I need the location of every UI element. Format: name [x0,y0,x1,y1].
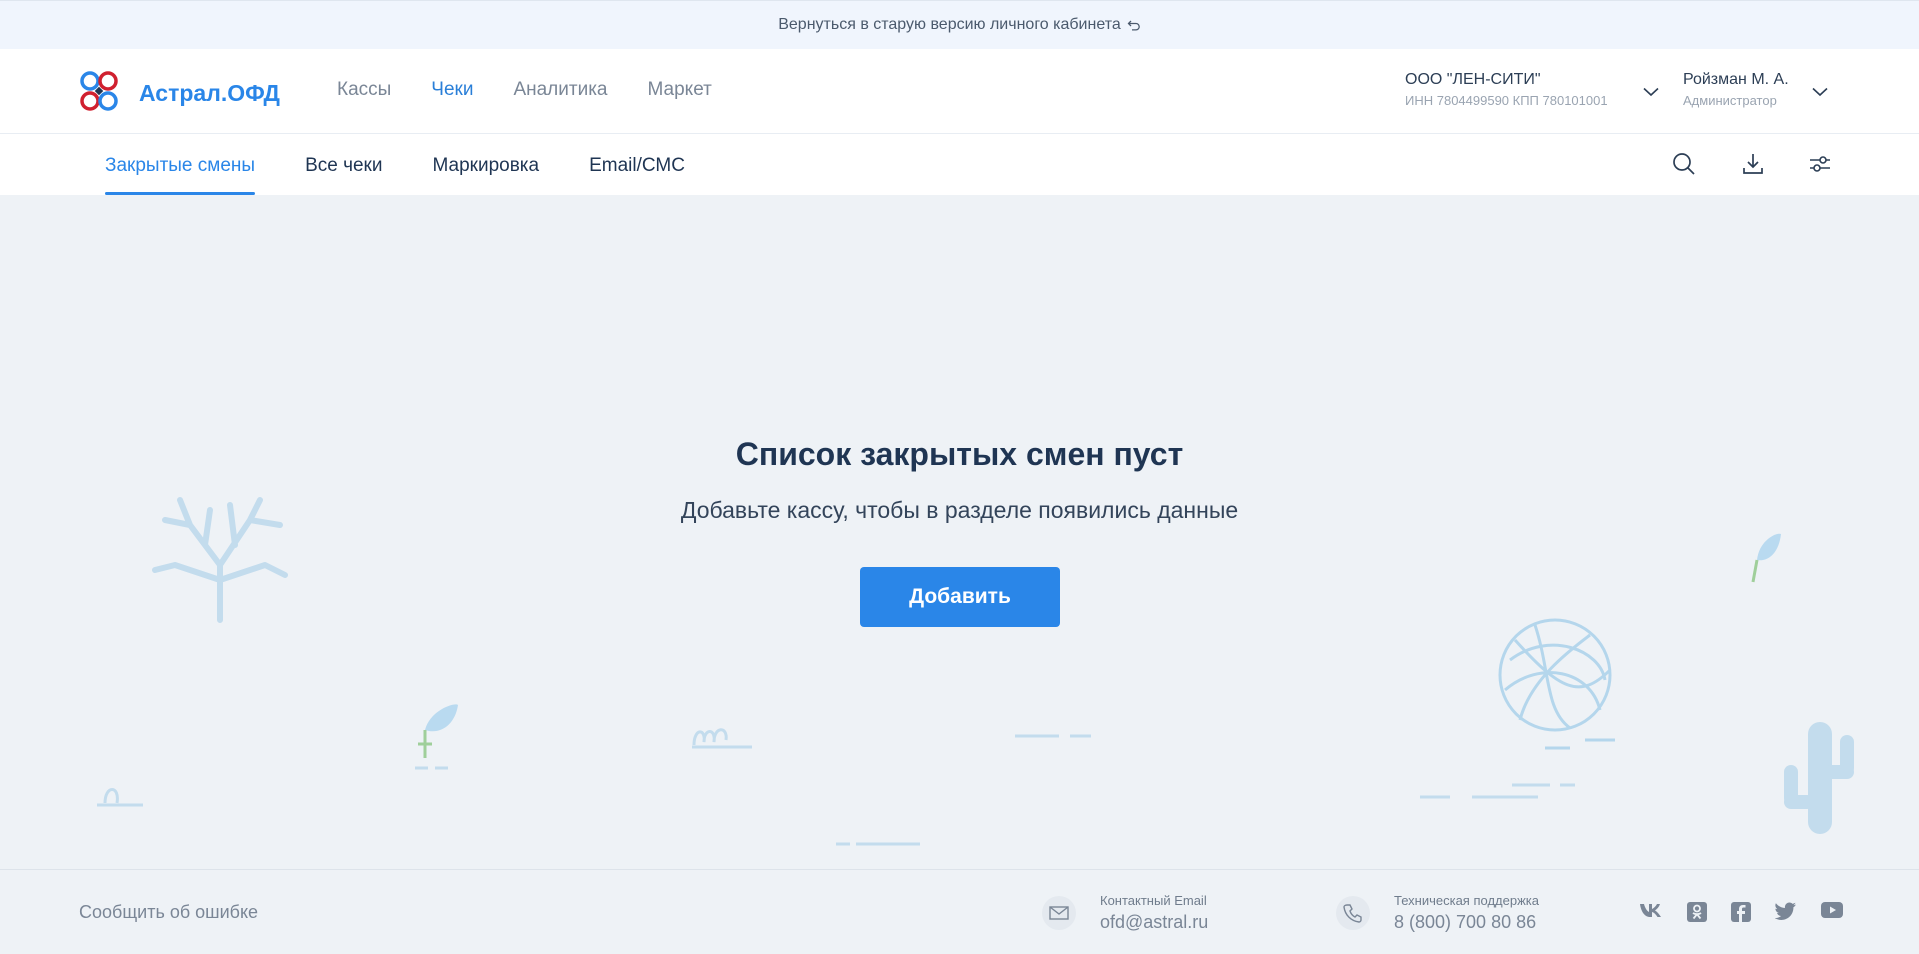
dash-line-illustration [1015,727,1095,745]
nav-item-analitika[interactable]: Аналитика [513,79,607,101]
org-details: ИНН 7804499590 КПП 780101001 [1405,93,1608,108]
report-error-link[interactable]: Сообщить об ошибке [79,902,258,923]
chevron-down-icon[interactable] [1643,84,1659,102]
sprout-illustration [410,700,460,775]
main-nav: Кассы Чеки Аналитика Маркет [337,79,752,101]
tab-all-receipts[interactable]: Все чеки [305,134,382,195]
support-label: Техническая поддержка [1394,893,1539,908]
wave-illustration [95,775,145,815]
empty-state-title: Список закрытых смен пуст [735,436,1184,472]
nav-item-market[interactable]: Маркет [648,79,712,101]
user-menu[interactable]: Ройзман М. А. Администратор [1683,71,1789,108]
facebook-icon[interactable] [1731,902,1751,922]
social-links [1615,902,1843,922]
twitter-icon[interactable] [1775,902,1797,922]
nav-item-cheki[interactable]: Чеки [431,79,473,101]
tumbleweed-illustration [1490,610,1630,760]
download-icon[interactable] [1741,152,1765,181]
dash-line-illustration [1420,775,1580,808]
logo-text: Астрал.ОФД [139,80,280,106]
old-version-banner[interactable]: Вернуться в старую версию личного кабине… [0,0,1919,49]
tab-email-sms[interactable]: Email/СМС [589,134,685,195]
grass-illustration [690,720,754,755]
cactus-illustration [1780,720,1860,840]
add-button[interactable]: Добавить [860,567,1060,627]
banner-text[interactable]: Вернуться в старую версию личного кабине… [778,16,1121,34]
header: Астрал.ОФД Кассы Чеки Аналитика Маркет О… [0,49,1919,134]
logo[interactable]: Астрал.ОФД [79,70,280,117]
vk-icon[interactable] [1639,902,1663,922]
org-name: ООО "ЛЕН-СИТИ" [1405,71,1541,88]
footer: Сообщить об ошибке Контактный Email ofd@… [0,869,1919,954]
search-icon[interactable] [1672,152,1696,181]
undo-arrow-icon [1127,18,1141,32]
empty-state-subtitle: Добавьте кассу, чтобы в разделе появилис… [680,497,1239,523]
youtube-icon[interactable] [1821,902,1843,922]
support-value[interactable]: 8 (800) 700 80 86 [1394,912,1536,933]
email-label: Контактный Email [1100,893,1207,908]
sub-nav: Закрытые смены Все чеки Маркировка Email… [0,134,1919,195]
mail-icon [1042,896,1076,930]
tab-closed-shifts[interactable]: Закрытые смены [105,134,256,195]
user-role: Администратор [1683,93,1777,108]
odnoklassniki-icon[interactable] [1687,902,1707,922]
flower-illustration [1745,530,1785,590]
tabs: Закрытые смены Все чеки Маркировка Email… [105,134,735,195]
logo-icon [79,70,119,117]
organization-selector[interactable]: ООО "ЛЕН-СИТИ" ИНН 7804499590 КПП 780101… [1405,71,1608,108]
user-name: Ройзман М. А. [1683,71,1789,88]
chevron-down-icon[interactable] [1812,84,1828,102]
nav-item-kassy[interactable]: Кассы [337,79,391,101]
email-value[interactable]: ofd@astral.ru [1100,912,1208,933]
phone-icon [1336,896,1370,930]
tab-marking[interactable]: Маркировка [432,134,539,195]
dash-line-illustration [836,835,920,853]
filter-settings-icon[interactable] [1808,152,1832,181]
